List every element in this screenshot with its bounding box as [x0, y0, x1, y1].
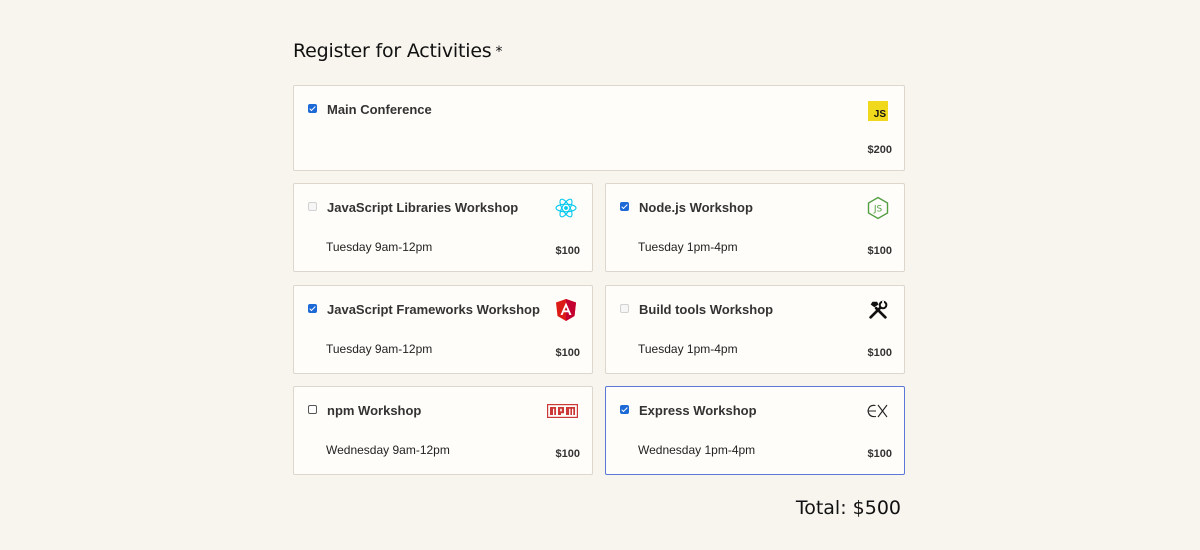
- activity-time: Tuesday 9am-12pm: [326, 342, 433, 356]
- total-cost: Total: $500: [795, 497, 901, 519]
- activity-card-main-conference[interactable]: Main Conference JS $200: [293, 85, 905, 171]
- react-icon: [554, 196, 578, 220]
- activity-price: $100: [555, 245, 580, 257]
- activity-title: Node.js Workshop: [639, 200, 753, 215]
- activity-price: $100: [867, 448, 892, 460]
- checkbox-js-libraries[interactable]: [308, 202, 317, 211]
- checkbox-main-conference[interactable]: [308, 104, 317, 113]
- activity-price: $100: [867, 347, 892, 359]
- activity-time: Wednesday 9am-12pm: [326, 443, 450, 457]
- activity-title: Express Workshop: [639, 403, 757, 418]
- tools-icon: [866, 298, 890, 322]
- activity-title: JavaScript Frameworks Workshop: [327, 302, 540, 317]
- activity-time: Tuesday 1pm-4pm: [638, 240, 738, 254]
- checkbox-npm[interactable]: [308, 405, 317, 414]
- checkbox-js-frameworks[interactable]: [308, 304, 317, 313]
- activity-card-nodejs[interactable]: Node.js Workshop JS Tuesday 1pm-4pm $100: [605, 183, 905, 272]
- activity-time: Tuesday 1pm-4pm: [638, 342, 738, 356]
- activity-card-js-frameworks[interactable]: JavaScript Frameworks Workshop Tuesday 9…: [293, 285, 593, 374]
- checkbox-build-tools[interactable]: [620, 304, 629, 313]
- angular-icon: [554, 298, 578, 322]
- activity-card-build-tools[interactable]: Build tools Workshop Tuesday 1pm-4pm $10…: [605, 285, 905, 374]
- express-icon: [866, 399, 890, 423]
- activity-time: Tuesday 9am-12pm: [326, 240, 433, 254]
- activity-card-js-libraries[interactable]: JavaScript Libraries Workshop Tuesday 9a…: [293, 183, 593, 272]
- activity-card-npm[interactable]: npm Workshop Wednesday 9am-12pm $100: [293, 386, 593, 475]
- activity-title: Build tools Workshop: [639, 302, 774, 317]
- activity-price: $100: [555, 347, 580, 359]
- activity-price: $100: [867, 245, 892, 257]
- activities-page: Register for Activities * Main Conference…: [0, 0, 1200, 550]
- nodejs-icon: JS: [866, 196, 890, 220]
- checkbox-nodejs[interactable]: [620, 202, 629, 211]
- svg-text:JS: JS: [873, 205, 883, 215]
- activity-price: $100: [555, 448, 580, 460]
- activity-title: npm Workshop: [327, 403, 422, 418]
- javascript-icon: JS: [868, 101, 888, 121]
- activity-card-express[interactable]: Express Workshop Wednesday 1pm-4pm $100: [605, 386, 905, 475]
- activities-heading: Register for Activities *: [293, 40, 503, 62]
- activity-title: JavaScript Libraries Workshop: [327, 200, 519, 215]
- activity-price: $200: [867, 144, 892, 156]
- heading-text: Register for Activities: [293, 40, 492, 62]
- npm-icon: [546, 399, 578, 423]
- checkbox-express[interactable]: [620, 405, 629, 414]
- activity-time: Wednesday 1pm-4pm: [638, 443, 756, 457]
- required-mark: *: [495, 44, 503, 60]
- activity-title: Main Conference: [327, 102, 432, 117]
